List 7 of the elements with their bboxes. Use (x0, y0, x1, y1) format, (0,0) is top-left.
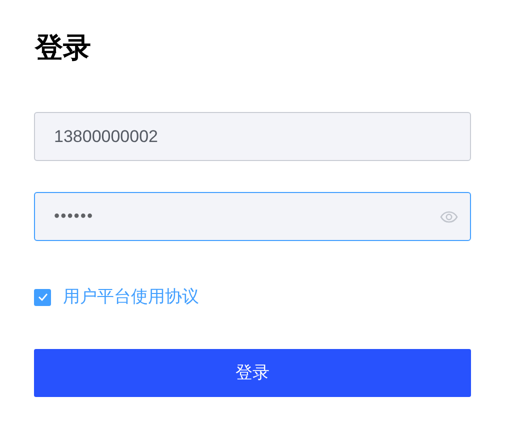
login-button[interactable]: 登录 (34, 349, 471, 397)
page-title: 登录 (35, 31, 92, 65)
agreement-checkbox[interactable] (34, 288, 51, 306)
checkmark-icon (38, 293, 48, 301)
eye-icon[interactable] (440, 210, 458, 222)
password-field[interactable]: •••••• (34, 192, 471, 241)
phone-field[interactable]: 13800000002 (34, 112, 471, 161)
